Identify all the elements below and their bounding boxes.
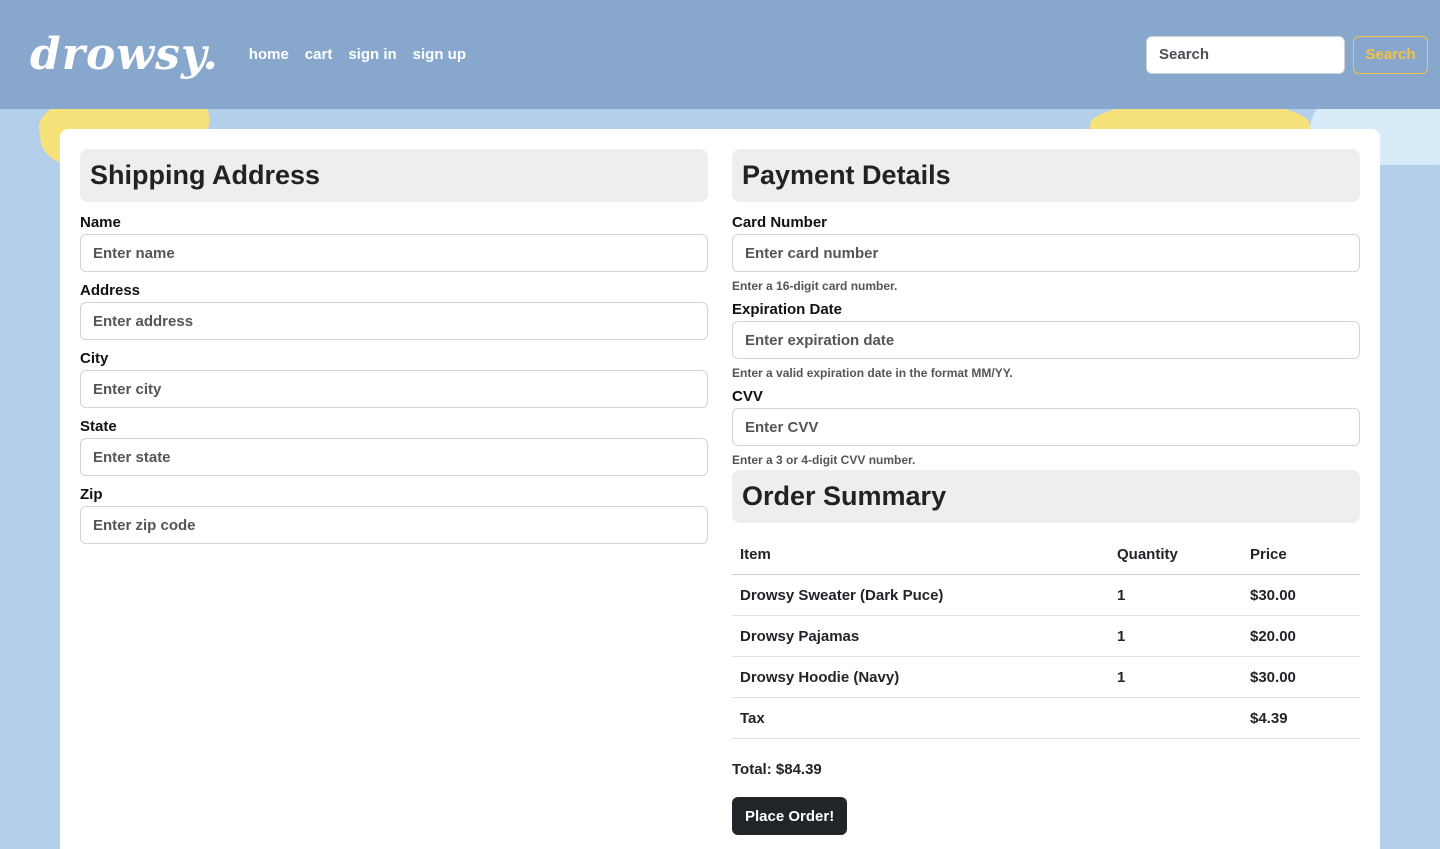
item-name: Drowsy Sweater (Dark Puce) bbox=[732, 574, 1109, 616]
header-price: Price bbox=[1242, 535, 1360, 575]
card-number-input[interactable] bbox=[732, 234, 1360, 272]
nav-link-sign-in[interactable]: sign in bbox=[348, 46, 396, 63]
header-item: Item bbox=[732, 535, 1109, 575]
nav-link-sign-up[interactable]: sign up bbox=[413, 46, 466, 63]
table-row-tax: Tax $4.39 bbox=[732, 697, 1360, 739]
order-total: Total: $84.39 bbox=[732, 761, 822, 778]
navbar: drowsy. home cart sign in sign up Search bbox=[0, 0, 1440, 109]
cvv-label: CVV bbox=[732, 388, 763, 405]
card-number-help: Enter a 16-digit card number. bbox=[732, 279, 898, 293]
header-quantity: Quantity bbox=[1109, 535, 1242, 575]
item-quantity: 1 bbox=[1109, 615, 1242, 657]
item-price: $30.00 bbox=[1242, 656, 1360, 698]
payment-section: Payment Details Card Number Enter a 16-d… bbox=[732, 149, 1360, 849]
nav-link-home[interactable]: home bbox=[249, 46, 289, 63]
item-price: $30.00 bbox=[1242, 574, 1360, 616]
name-input[interactable] bbox=[80, 234, 708, 272]
card-number-label: Card Number bbox=[732, 214, 828, 231]
address-input[interactable] bbox=[80, 302, 708, 340]
item-name: Drowsy Pajamas bbox=[732, 615, 1109, 657]
item-name: Drowsy Hoodie (Navy) bbox=[732, 656, 1109, 698]
item-quantity: 1 bbox=[1109, 574, 1242, 616]
city-input[interactable] bbox=[80, 370, 708, 408]
city-label: City bbox=[80, 350, 109, 367]
table-row: Drowsy Hoodie (Navy) 1 $30.00 bbox=[732, 656, 1360, 698]
checkout-card: Shipping Address Name Address City State… bbox=[60, 129, 1380, 849]
cvv-help: Enter a 3 or 4-digit CVV number. bbox=[732, 453, 916, 467]
zip-input[interactable] bbox=[80, 506, 708, 544]
brand-logo[interactable]: drowsy. bbox=[30, 29, 219, 80]
cvv-input[interactable] bbox=[732, 408, 1360, 446]
shipping-title: Shipping Address bbox=[80, 149, 708, 202]
expiration-help: Enter a valid expiration date in the for… bbox=[732, 366, 1013, 380]
expiration-label: Expiration Date bbox=[732, 301, 843, 318]
item-price: $20.00 bbox=[1242, 615, 1360, 657]
zip-label: Zip bbox=[80, 486, 103, 503]
shipping-section: Shipping Address Name Address City State… bbox=[80, 149, 708, 849]
name-label: Name bbox=[80, 214, 121, 231]
tax-label: Tax bbox=[732, 697, 1109, 739]
state-input[interactable] bbox=[80, 438, 708, 476]
order-summary-title: Order Summary bbox=[732, 470, 1360, 523]
table-header-row: Item Quantity Price bbox=[732, 535, 1360, 575]
table-row: Drowsy Pajamas 1 $20.00 bbox=[732, 615, 1360, 657]
nav-links: home cart sign in sign up bbox=[249, 46, 466, 63]
tax-price: $4.39 bbox=[1242, 697, 1360, 739]
order-summary-table: Item Quantity Price Drowsy Sweater (Dark… bbox=[732, 535, 1360, 739]
item-quantity: 1 bbox=[1109, 656, 1242, 698]
search-form: Search bbox=[1146, 35, 1428, 74]
nav-link-cart[interactable]: cart bbox=[305, 46, 333, 63]
address-label: Address bbox=[80, 282, 141, 299]
state-label: State bbox=[80, 418, 117, 435]
place-order-button[interactable]: Place Order! bbox=[732, 797, 848, 835]
search-button[interactable]: Search bbox=[1353, 35, 1428, 74]
tax-quantity bbox=[1109, 697, 1242, 739]
expiration-input[interactable] bbox=[732, 321, 1360, 359]
search-input[interactable] bbox=[1146, 35, 1345, 74]
table-row: Drowsy Sweater (Dark Puce) 1 $30.00 bbox=[732, 574, 1360, 616]
payment-title: Payment Details bbox=[732, 149, 1360, 202]
